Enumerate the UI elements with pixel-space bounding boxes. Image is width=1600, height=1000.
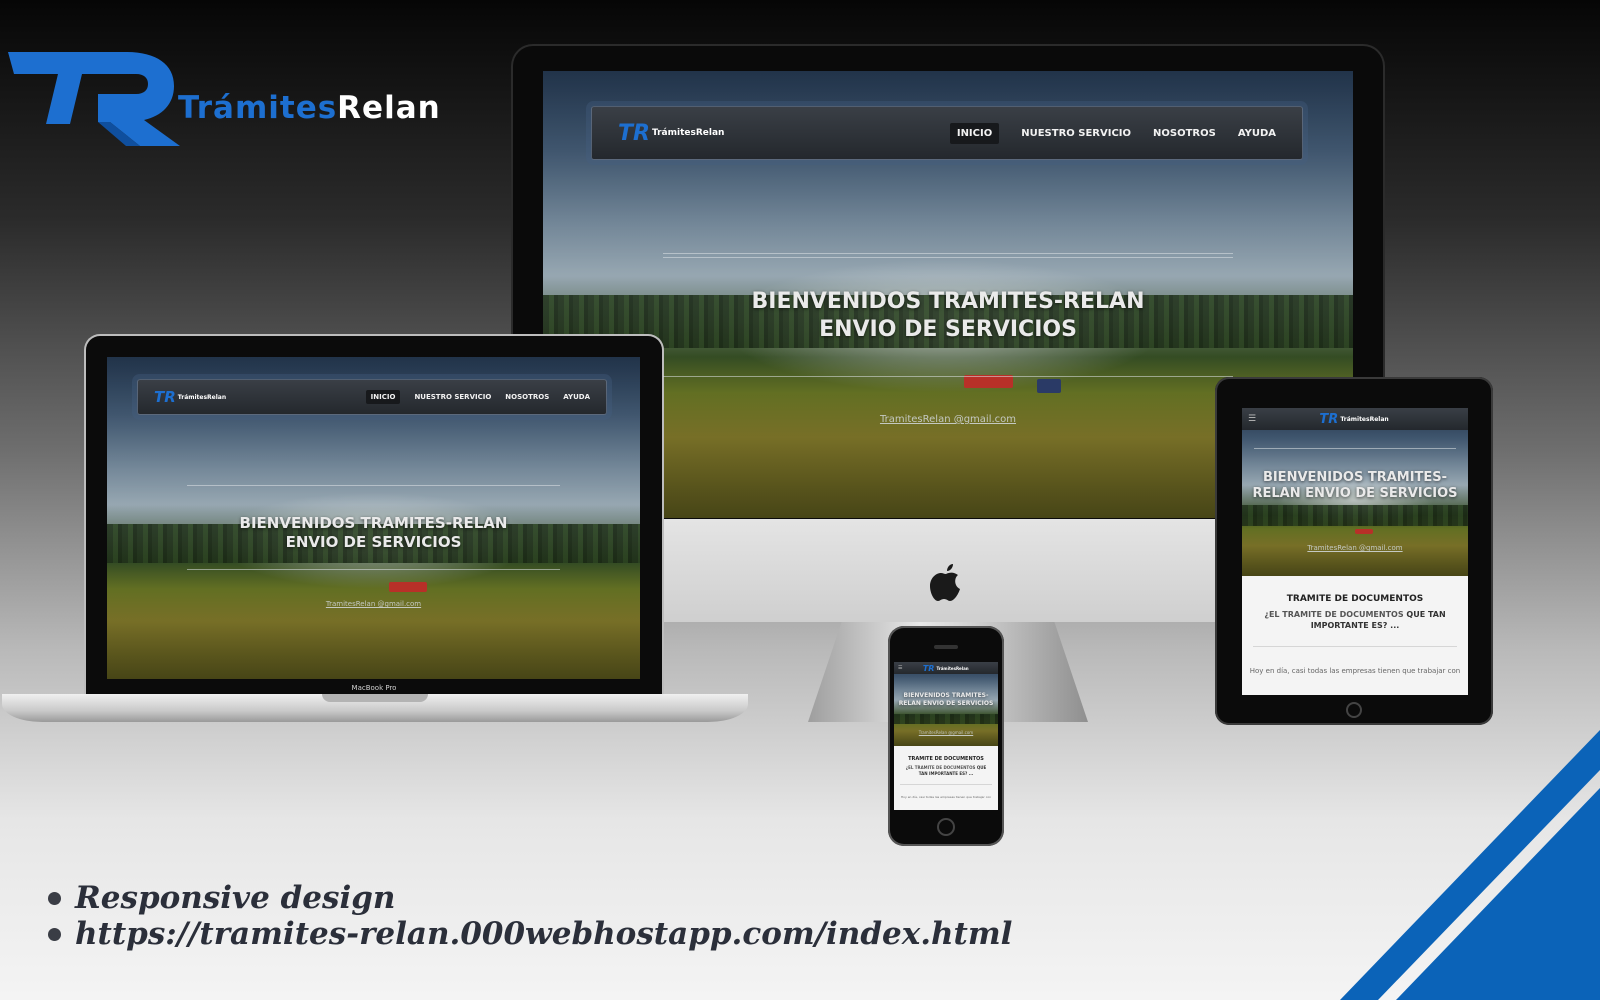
macbook-screen: TR TrámitesRelan INICIO NUESTRO SERVICIO… xyxy=(107,357,640,679)
card-title: TRAMITE DE DOCUMENTOS xyxy=(908,756,984,762)
hero-title-line2: ENVIO DE SERVICIOS xyxy=(819,316,1077,342)
brand-word-part1: Trámites xyxy=(178,90,338,126)
menu-icon[interactable]: ☰ xyxy=(898,665,902,671)
bullet-item: Responsive design xyxy=(48,880,1012,916)
ipad-screen: ☰ TR TrámitesRelan BIENVENIDOS TRAMITES-… xyxy=(1242,408,1468,576)
hero-email-link[interactable]: TramitesRelan @gmail.com xyxy=(1242,544,1468,552)
site-navbar: ☰ TR TrámitesRelan xyxy=(894,662,998,674)
brand-logo: TrámitesRelan xyxy=(6,46,440,156)
bullet-dot-icon xyxy=(48,891,61,905)
hero-rule-top xyxy=(187,485,560,486)
nav-logo-mark: TR xyxy=(618,120,650,146)
nav-inicio[interactable]: INICIO xyxy=(365,390,401,404)
hero-title-line2: ENVIO DE SERVICIOS xyxy=(285,532,462,551)
hero-title-line1: BIENVENIDOS TRAMITES-RELAN xyxy=(751,289,1145,314)
nav-links: INICIO NUESTRO SERVICIO NOSOTROS AYUDA xyxy=(949,122,1276,144)
card-question-part1: ¿EL TRAMITE DE DOCUMENTOS xyxy=(1264,610,1404,619)
card-rule xyxy=(1253,645,1457,647)
hero-title-line1: BIENVENIDOS TRAMITES- xyxy=(1262,470,1448,485)
hero-title: BIENVENIDOS TRAMITES- RELAN ENVIO DE SER… xyxy=(1242,470,1468,503)
site-navbar: ☰ TR TrámitesRelan xyxy=(1242,408,1468,430)
nav-nuestro-servicio[interactable]: NUESTRO SERVICIO xyxy=(414,393,491,401)
hero-treeline xyxy=(894,714,998,725)
apple-logo-icon xyxy=(930,564,960,601)
hero-rule-top xyxy=(1254,448,1456,449)
bullet-item: https://tramites-relan.000webhostapp.com… xyxy=(48,916,1012,952)
nav-logo-text: TrámitesRelan xyxy=(1340,415,1389,423)
card-rule xyxy=(900,784,992,786)
nav-logo[interactable]: TR TrámitesRelan xyxy=(923,664,969,673)
bullet-responsive: Responsive design xyxy=(75,880,396,916)
card-body: Hoy en día, casi todas las empresas tien… xyxy=(900,795,992,800)
nav-logo-mark: TR xyxy=(922,663,935,673)
brand-wordmark: TrámitesRelan xyxy=(178,90,441,130)
nav-logo-text: TrámitesRelan xyxy=(936,665,969,671)
nav-logo-text: TrámitesRelan xyxy=(651,128,725,138)
nav-ayuda[interactable]: AYUDA xyxy=(1238,128,1276,139)
card-question: ¿EL TRAMITE DE DOCUMENTOS QUE TAN IMPORT… xyxy=(1242,610,1468,632)
nav-logo-mark: TR xyxy=(1319,411,1339,427)
brand-word-part2: Relan xyxy=(337,90,441,126)
corner-stripes xyxy=(1340,730,1600,1000)
nav-links: INICIO NUESTRO SERVICIO NOSOTROS AYUDA xyxy=(365,390,590,404)
nav-logo[interactable]: TR TrámitesRelan xyxy=(618,121,724,146)
nav-logo[interactable]: TR TrámitesRelan xyxy=(1319,412,1388,427)
hero-email-link[interactable]: TramitesRelan @gmail.com xyxy=(107,600,640,608)
hero-email-link[interactable]: TramitesRelan @gmail.com xyxy=(543,414,1353,425)
hero-email-link[interactable]: TramitesRelan @gmail.com xyxy=(894,730,998,735)
macbook-notch xyxy=(322,694,428,702)
macbook-label: MacBook Pro xyxy=(351,684,397,692)
nav-logo-mark: TR xyxy=(154,388,176,406)
nav-logo[interactable]: TR TrámitesRelan xyxy=(154,388,226,406)
menu-icon[interactable]: ☰ xyxy=(1248,414,1256,424)
hero-title-line2: RELAN ENVIO DE SERVICIOS xyxy=(1252,486,1458,502)
iphone-speaker xyxy=(934,645,958,649)
hero-title: BIENVENIDOS TRAMITES-RELAN ENVIO DE SERV… xyxy=(543,288,1353,343)
card-body: Hoy en día, casi todas las empresas tien… xyxy=(1249,666,1461,675)
ipad-content-card: TRAMITE DE DOCUMENTOS ¿EL TRAMITE DE DOC… xyxy=(1242,576,1468,695)
hero-rule-bottom xyxy=(663,376,1233,377)
card-title: TRAMITE DE DOCUMENTOS xyxy=(1286,594,1424,604)
hero-title-line1: BIENVENIDOS TRAMITES- xyxy=(903,692,989,699)
hero-rule-top-2 xyxy=(663,257,1233,258)
hero-rule-bottom xyxy=(187,569,560,570)
iphone-content-card: TRAMITE DE DOCUMENTOS ¿EL TRAMITE DE DOC… xyxy=(894,746,998,810)
bullet-url-link[interactable]: https://tramites-relan.000webhostapp.com… xyxy=(75,916,1012,952)
hero-title: BIENVENIDOS TRAMITES- RELAN ENVIO DE SER… xyxy=(894,692,998,707)
site-navbar: TR TrámitesRelan INICIO NUESTRO SERVICIO… xyxy=(591,106,1303,160)
nav-ayuda[interactable]: AYUDA xyxy=(563,393,590,401)
hero-tractor xyxy=(1037,379,1062,393)
nav-nuestro-servicio[interactable]: NUESTRO SERVICIO xyxy=(1021,128,1131,139)
hero-title-line1: BIENVENIDOS TRAMITES-RELAN xyxy=(239,514,508,532)
hero-title: BIENVENIDOS TRAMITES-RELAN ENVIO DE SERV… xyxy=(107,514,640,552)
hero-treeline xyxy=(1242,505,1468,526)
iphone-screen: ☰ TR TrámitesRelan BIENVENIDOS TRAMITES-… xyxy=(894,662,998,746)
site-navbar: TR TrámitesRelan INICIO NUESTRO SERVICIO… xyxy=(137,379,607,415)
hero-harvester xyxy=(1355,528,1374,534)
card-question-part1: ¿EL TRAMITE DE DOCUMENTOS xyxy=(905,765,976,770)
card-question: ¿EL TRAMITE DE DOCUMENTOS QUE TAN IMPORT… xyxy=(894,765,998,776)
ipad-home-button xyxy=(1346,702,1362,718)
nav-logo-text: TrámitesRelan xyxy=(177,393,227,401)
bullet-dot-icon xyxy=(48,927,61,941)
iphone-home-button xyxy=(937,818,955,836)
nav-nosotros[interactable]: NOSOTROS xyxy=(1153,128,1216,139)
nav-nosotros[interactable]: NOSOTROS xyxy=(505,393,549,401)
nav-inicio[interactable]: INICIO xyxy=(949,122,1000,144)
feature-bullets: Responsive design https://tramites-relan… xyxy=(48,880,1012,952)
hero-rule-top xyxy=(663,253,1233,254)
hero-title-line2: RELAN ENVIO DE SERVICIOS xyxy=(898,699,994,707)
tr-logo-icon xyxy=(8,52,180,146)
hero-harvester xyxy=(389,582,427,593)
